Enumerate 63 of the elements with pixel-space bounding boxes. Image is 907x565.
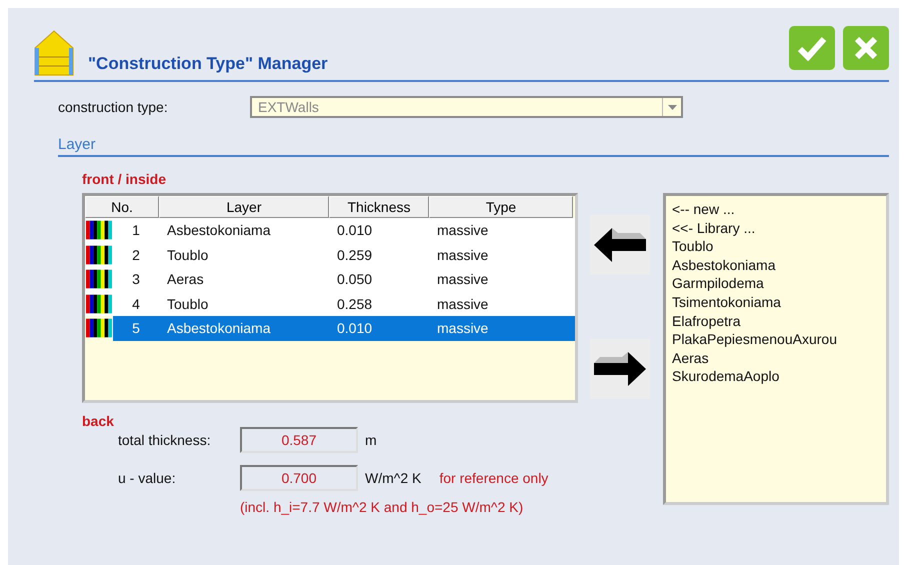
table-cell-text: Toublo — [166, 294, 210, 314]
column-header[interactable]: Layer — [159, 196, 329, 218]
section-title: Layer — [58, 136, 96, 153]
color-stripes-icon — [86, 244, 112, 265]
table-cell: 0.010 — [329, 316, 429, 340]
list-item[interactable]: SkurodemaAoplo — [672, 367, 780, 386]
table-cell-text: 3 — [131, 270, 141, 289]
list-item[interactable]: Toublo — [672, 237, 714, 256]
move-left-button[interactable] — [590, 215, 650, 275]
field-label: u - value: — [118, 470, 177, 486]
table-cell: 5 — [113, 316, 159, 340]
list-item[interactable]: <<- Library ... — [672, 218, 756, 238]
unit-label: m — [365, 432, 377, 448]
move-right-button[interactable] — [590, 339, 650, 399]
list-item[interactable]: PlakaPepiesmenouAxurou — [672, 330, 837, 349]
column-header[interactable]: Thickness — [329, 196, 429, 218]
table-cell-text: massive — [436, 294, 490, 314]
table-cell-text: 0.050 — [336, 270, 374, 289]
value-field: 0.700 — [240, 465, 358, 491]
table-row[interactable]: 2 Toublo 0.259 massive — [85, 242, 575, 267]
field-label: construction type: — [58, 99, 169, 115]
list-item[interactable]: Aeras — [672, 348, 709, 368]
table-cell: Asbestokoniama — [159, 316, 329, 340]
value-field: 0.587 — [240, 427, 358, 453]
color-stripes-icon — [86, 318, 112, 338]
table-cell-text: 0.010 — [336, 221, 374, 240]
front-label: front / inside — [82, 171, 167, 187]
table-row[interactable]: 1 Asbestokoniama 0.010 massive — [85, 218, 575, 242]
window-title: "Construction Type" Manager — [88, 54, 329, 74]
list-item[interactable]: Elafropetra — [672, 312, 740, 330]
table-cell: massive — [429, 316, 575, 340]
color-stripes-icon — [86, 220, 112, 240]
caret-icon — [668, 104, 676, 110]
unit-label: W/m^2 K — [365, 470, 422, 486]
table-row[interactable]: 3 Aeras 0.050 massive — [85, 267, 575, 292]
table-cell-text: massive — [436, 246, 490, 264]
footnote: (incl. h_i=7.7 W/m^2 K and h_o=25 W/m^2 K) — [240, 499, 524, 515]
table-cell-text: Asbestokoniama — [166, 221, 272, 240]
list-item[interactable]: Asbestokoniama — [672, 256, 776, 274]
list-item[interactable]: Garmpilodema — [672, 274, 764, 293]
table-row[interactable]: 4 Toublo 0.258 massive — [85, 292, 575, 316]
close-icon — [854, 36, 878, 60]
table-cell-text: 0.258 — [336, 294, 374, 314]
table-cell-text: massive — [436, 270, 490, 289]
table-cell-text: 1 — [131, 221, 141, 240]
table-cell-text: 0.259 — [336, 246, 374, 264]
table-cell-text: Aeras — [166, 270, 205, 289]
list-item[interactable]: <-- new ... — [672, 200, 735, 219]
list-item[interactable]: Tsimentokoniama — [672, 292, 781, 312]
reference-note: for reference only — [439, 470, 548, 486]
table-row[interactable]: 5 Asbestokoniama 0.010 massive — [85, 316, 575, 340]
table-cell-text: 4 — [131, 294, 141, 314]
back-label: back — [82, 413, 115, 429]
house-icon — [34, 30, 74, 76]
color-stripes-icon — [86, 269, 112, 290]
table-cell-text: 2 — [131, 246, 141, 264]
color-stripes-icon — [86, 294, 112, 314]
checkmark-icon — [797, 35, 827, 61]
column-header[interactable]: Type — [429, 196, 573, 218]
column-header[interactable]: No. — [85, 196, 159, 218]
table-cell-text: massive — [436, 221, 490, 240]
field-label: total thickness: — [118, 432, 212, 448]
table-cell-text: Toublo — [166, 246, 210, 264]
